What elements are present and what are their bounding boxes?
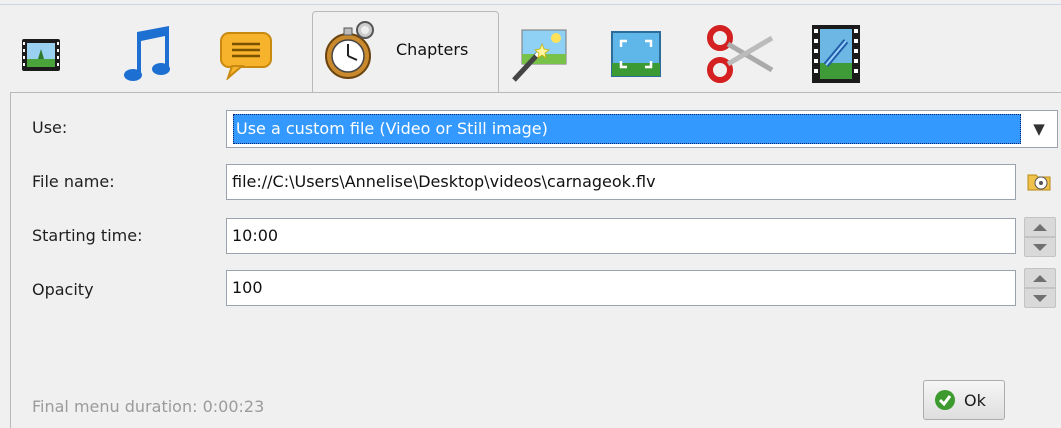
- file-name-label: File name:: [32, 172, 115, 191]
- tab-bar: Chapters: [0, 0, 1061, 93]
- tab-chapters[interactable]: Chapters: [312, 11, 499, 93]
- opacity-stepper[interactable]: [1024, 268, 1056, 308]
- increment-button[interactable]: [1024, 217, 1056, 237]
- scissors-icon: [707, 25, 774, 83]
- tab-framing[interactable]: [608, 18, 664, 90]
- arrow-up-icon: [1033, 223, 1047, 231]
- tab-effects[interactable]: [506, 18, 572, 90]
- tab-music[interactable]: [118, 18, 178, 90]
- speech-bubble-icon: [220, 32, 272, 80]
- file-name-field[interactable]: file://C:\Users\Annelise\Desktop\videos\…: [226, 164, 1016, 200]
- arrow-down-icon: [1033, 243, 1047, 251]
- film-link-icon: [812, 25, 860, 83]
- ok-button[interactable]: Ok: [923, 380, 1005, 420]
- tab-link[interactable]: [806, 18, 866, 90]
- music-note-icon: [124, 26, 170, 81]
- decrement-button[interactable]: [1024, 288, 1056, 308]
- starting-time-label: Starting time:: [32, 226, 143, 245]
- decrement-button[interactable]: [1024, 237, 1056, 257]
- browse-button[interactable]: [1024, 166, 1054, 196]
- folder-film-icon: [1027, 174, 1051, 191]
- tab-cut[interactable]: [704, 18, 776, 90]
- arrow-up-icon: [1033, 274, 1047, 282]
- starting-time-stepper[interactable]: [1024, 217, 1056, 257]
- chapters-panel: Chapters Use: Use a custom file (Video o…: [0, 0, 1061, 428]
- stopwatch-icon: [325, 21, 374, 79]
- tab-chapters-label: Chapters: [396, 40, 469, 59]
- checkmark-icon: [935, 390, 955, 410]
- magic-wand-image-icon: [512, 29, 567, 82]
- use-select[interactable]: Use a custom file (Video or Still image)…: [226, 110, 1058, 148]
- opacity-field[interactable]: 100: [226, 270, 1016, 306]
- increment-button[interactable]: [1024, 268, 1056, 288]
- arrow-down-icon: [1033, 294, 1047, 302]
- starting-time-field[interactable]: 10:00: [226, 218, 1016, 254]
- ok-label: Ok: [964, 390, 986, 410]
- use-label: Use:: [32, 118, 68, 137]
- tab-video[interactable]: [16, 18, 66, 90]
- video-icon: [22, 39, 60, 71]
- fullscreen-image-icon: [611, 31, 661, 77]
- final-menu-duration: Final menu duration: 0:00:23: [32, 397, 265, 416]
- opacity-label: Opacity: [32, 280, 94, 299]
- chevron-down-icon[interactable]: ▼: [1025, 111, 1053, 147]
- tab-subtitles[interactable]: [216, 18, 276, 90]
- use-selected-value: Use a custom file (Video or Still image): [233, 114, 1021, 144]
